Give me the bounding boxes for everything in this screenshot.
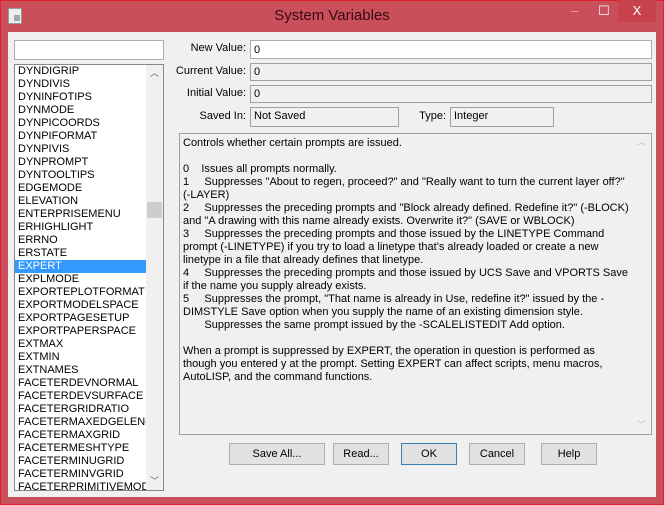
scroll-thumb[interactable] <box>147 202 162 218</box>
initial-value-label: Initial Value: <box>186 87 246 99</box>
list-item[interactable]: EDGEMODE <box>15 182 146 195</box>
list-item[interactable]: EXPORTPAGESETUP <box>15 312 146 325</box>
list-item[interactable]: DYNPICOORDS <box>15 117 146 130</box>
initial-value-field: 0 <box>250 85 652 103</box>
scroll-down-icon[interactable]: ﹀ <box>146 473 163 490</box>
saved-in-label: Saved In: <box>199 110 246 122</box>
system-variable-list[interactable]: DYNDIGRIP DYNDIVIS DYNINFOTIPS DYNMODE DYNPI… <box>14 64 164 491</box>
minimize-button[interactable]: ‒ <box>560 0 590 22</box>
list-item[interactable]: FACETERPRIMITIVEMODE <box>15 481 146 490</box>
list-item[interactable]: ENTERPRISEMENU <box>15 208 146 221</box>
type-label: Type: <box>419 110 446 122</box>
list-item[interactable]: FACETERMAXEDGELENGTH <box>15 416 146 429</box>
scroll-down-icon[interactable]: ﹀ <box>633 417 650 434</box>
list-item[interactable]: ERRNO <box>15 234 146 247</box>
list-item[interactable]: DYNDIGRIP <box>15 65 146 78</box>
list-item[interactable]: EXTMAX <box>15 338 146 351</box>
list-item[interactable]: EXPORTMODELSPACE <box>15 299 146 312</box>
list-item[interactable]: EXPERT <box>15 260 146 273</box>
list-item[interactable]: DYNTOOLTIPS <box>15 169 146 182</box>
list-item[interactable]: EXTMIN <box>15 351 146 364</box>
list-item[interactable]: DYNPIVIS <box>15 143 146 156</box>
list-item[interactable]: EXPORTEPLOTFORMAT <box>15 286 146 299</box>
list-item[interactable]: DYNDIVIS <box>15 78 146 91</box>
new-value-label: New Value: <box>190 42 246 54</box>
help-button[interactable]: Help <box>541 443 597 465</box>
list-items: DYNDIGRIP DYNDIVIS DYNINFOTIPS DYNMODE DYNPI… <box>15 65 163 490</box>
close-button[interactable]: X <box>618 0 656 22</box>
list-scrollbar[interactable]: ︿ ﹀ <box>146 65 163 490</box>
description-scrollbar[interactable]: ︿ ﹀ <box>633 134 651 434</box>
ok-button[interactable]: OK <box>401 443 457 465</box>
list-item[interactable]: EXPORTPAPERSPACE <box>15 325 146 338</box>
list-item[interactable]: ERHIGHLIGHT <box>15 221 146 234</box>
type-field: Integer <box>450 107 554 127</box>
new-value-input[interactable] <box>250 40 652 59</box>
list-item[interactable]: FACETERDEVNORMAL <box>15 377 146 390</box>
list-item[interactable]: FACETERGRIDRATIO <box>15 403 146 416</box>
list-item[interactable]: FACETERMINUGRID <box>15 455 146 468</box>
list-item[interactable]: DYNPROMPT <box>15 156 146 169</box>
list-item[interactable]: FACETERMAXGRID <box>15 429 146 442</box>
variable-description: Controls whether certain prompts are iss… <box>179 133 652 435</box>
list-item[interactable]: FACETERMINVGRID <box>15 468 146 481</box>
current-value-label: Current Value: <box>175 65 246 77</box>
variable-search-input[interactable] <box>14 40 164 60</box>
dialog-body: DYNDIGRIP DYNDIVIS DYNINFOTIPS DYNMODE DYNPI… <box>8 32 656 497</box>
list-item[interactable]: FACETERDEVSURFACE <box>15 390 146 403</box>
current-value-field: 0 <box>250 63 652 81</box>
list-item[interactable]: EXPLMODE <box>15 273 146 286</box>
list-item[interactable]: ELEVATION <box>15 195 146 208</box>
title-bar[interactable]: System Variables ‒ ☐ X <box>0 0 664 32</box>
list-item[interactable]: DYNMODE <box>15 104 146 117</box>
list-item[interactable]: FACETERMESHTYPE <box>15 442 146 455</box>
scroll-up-icon[interactable]: ︿ <box>633 134 650 151</box>
read-button[interactable]: Read... <box>333 443 389 465</box>
list-item[interactable]: EXTNAMES <box>15 364 146 377</box>
list-item[interactable]: DYNINFOTIPS <box>15 91 146 104</box>
list-item[interactable]: ERSTATE <box>15 247 146 260</box>
list-item[interactable]: DYNPIFORMAT <box>15 130 146 143</box>
maximize-button[interactable]: ☐ <box>590 0 618 22</box>
save-all-button[interactable]: Save All... <box>229 443 325 465</box>
cancel-button[interactable]: Cancel <box>469 443 525 465</box>
